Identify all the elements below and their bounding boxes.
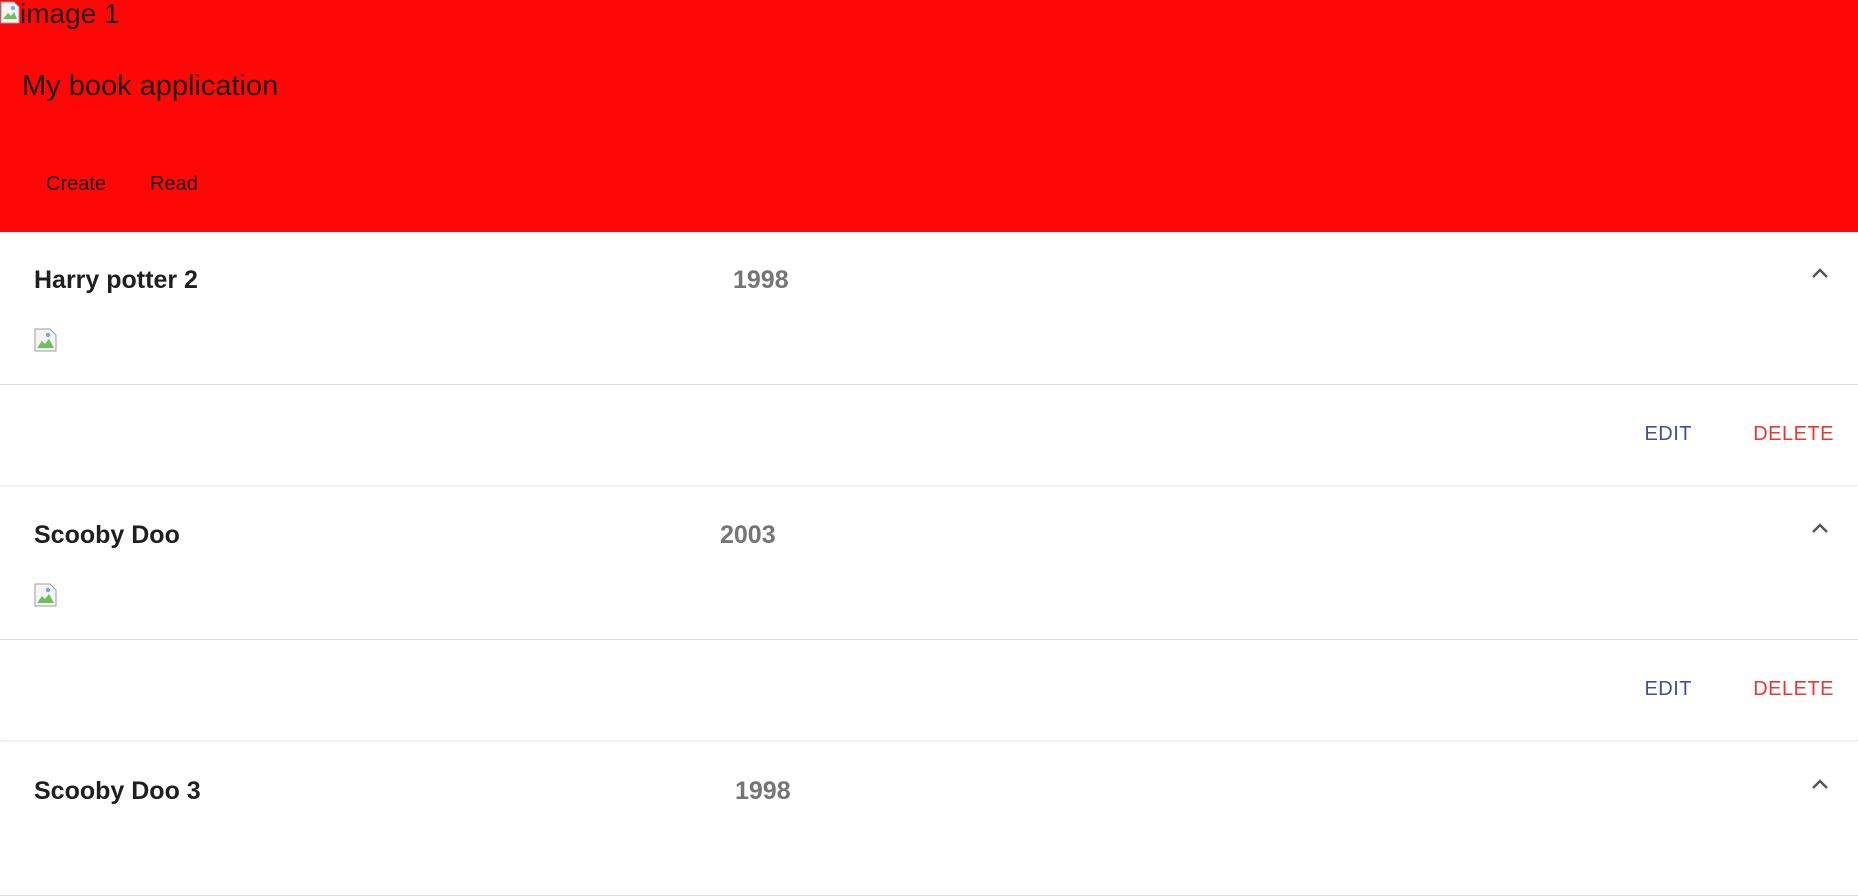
book-card: Scooby Doo 3 1998 — [0, 743, 1858, 896]
broken-image-icon — [34, 583, 58, 607]
book-title: Scooby Doo — [34, 521, 180, 549]
book-title: Harry potter 2 — [34, 266, 198, 294]
edit-button[interactable]: EDIT — [1644, 678, 1692, 701]
book-card: Scooby Doo 2003 EDIT DELETE — [0, 487, 1858, 741]
book-card: Harry potter 2 1998 EDIT DELETE — [0, 232, 1858, 486]
book-title: Scooby Doo 3 — [34, 777, 201, 805]
book-card-actions: EDIT DELETE — [0, 640, 1858, 741]
nav-create-link[interactable]: Create — [24, 170, 128, 199]
chevron-up-icon[interactable] — [1810, 775, 1830, 795]
book-card-actions: EDIT DELETE — [0, 385, 1858, 486]
book-year: 1998 — [733, 266, 789, 294]
chevron-up-icon[interactable] — [1810, 264, 1830, 284]
nav-read-link[interactable]: Read — [128, 170, 220, 199]
app-title: My book application — [22, 70, 279, 102]
nav-bar: Create Read — [24, 170, 220, 199]
book-card-summary[interactable]: Scooby Doo 2003 — [0, 487, 1858, 640]
chevron-up-icon[interactable] — [1810, 519, 1830, 539]
book-year: 2003 — [720, 521, 776, 549]
book-card-summary[interactable]: Harry potter 2 1998 — [0, 232, 1858, 385]
header-image-alt-text: image 1 — [20, 0, 120, 29]
edit-button[interactable]: EDIT — [1644, 423, 1692, 446]
broken-image-icon — [34, 328, 58, 352]
delete-button[interactable]: DELETE — [1753, 423, 1834, 446]
delete-button[interactable]: DELETE — [1753, 678, 1834, 701]
book-card-summary[interactable]: Scooby Doo 3 1998 — [0, 743, 1858, 896]
book-year: 1998 — [735, 777, 791, 805]
app-header: image 1 My book application Create Read — [0, 0, 1858, 232]
header-image: image 1 — [0, 0, 120, 32]
